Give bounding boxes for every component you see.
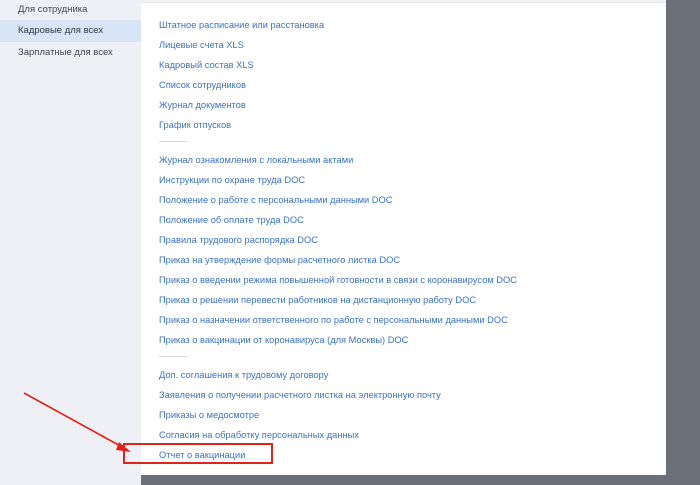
report-link-personal-accounts[interactable]: Лицевые счета XLS xyxy=(159,40,244,50)
list-item: Список сотрудников xyxy=(159,75,517,95)
list-item: Доп. соглашения к трудовому договору xyxy=(159,365,517,385)
report-link-high-alert-order[interactable]: Приказ о введении режима повышенной гото… xyxy=(159,275,517,285)
report-link-employee-list[interactable]: Список сотрудников xyxy=(159,80,246,90)
report-link-remote-work-order[interactable]: Приказ о решении перевести работников на… xyxy=(159,295,476,305)
list-item: Правила трудового распорядка DOC xyxy=(159,230,517,250)
list-item: Журнал ознакомления с локальными актами xyxy=(159,150,517,170)
list-item: Штатное расписание или расстановка xyxy=(159,15,517,35)
report-link-personal-data-regulation[interactable]: Положение о работе с персональными данны… xyxy=(159,195,392,205)
list-item: Заявления о получении расчетного листка … xyxy=(159,385,517,405)
right-gutter xyxy=(666,0,700,485)
list-item: Согласия на обработку персональных данны… xyxy=(159,425,517,445)
report-link-responsible-person-order[interactable]: Приказ о назначении ответственного по ра… xyxy=(159,315,508,325)
list-item: Лицевые счета XLS xyxy=(159,35,517,55)
sidebar-item-hr-all[interactable]: Кадровые для всех xyxy=(0,20,141,42)
sidebar-item-payroll-all[interactable]: Зарплатные для всех xyxy=(0,42,141,64)
report-link-list: Штатное расписание или расстановка Лицев… xyxy=(159,15,517,465)
report-link-pay-regulation[interactable]: Положение об оплате труда DOC xyxy=(159,215,304,225)
report-link-document-journal[interactable]: Журнал документов xyxy=(159,100,246,110)
list-item: Приказ о решении перевести работников на… xyxy=(159,290,517,310)
report-link-vaccination-order[interactable]: Приказ о вакцинации от коронавируса (для… xyxy=(159,335,408,345)
list-item: Положение об оплате труда DOC xyxy=(159,210,517,230)
group-divider xyxy=(159,135,517,150)
sidebar: Для сотрудника Кадровые для всех Зарплат… xyxy=(0,0,141,485)
report-link-payslip-email-applications[interactable]: Заявления о получении расчетного листка … xyxy=(159,390,441,400)
report-link-acquaintance-journal[interactable]: Журнал ознакомления с локальными актами xyxy=(159,155,353,165)
report-link-medical-exam-orders[interactable]: Приказы о медосмотре xyxy=(159,410,259,420)
report-link-personal-data-consents[interactable]: Согласия на обработку персональных данны… xyxy=(159,430,359,440)
list-item: Приказ на утверждение формы расчетного л… xyxy=(159,250,517,270)
panel-top-border xyxy=(141,0,666,3)
sidebar-item-employee[interactable]: Для сотрудника xyxy=(0,0,141,20)
list-item: Положение о работе с персональными данны… xyxy=(159,190,517,210)
list-item: Инструкции по охране труда DOC xyxy=(159,170,517,190)
list-item: Приказ о вакцинации от коронавируса (для… xyxy=(159,330,517,350)
report-link-vacation-schedule[interactable]: График отпусков xyxy=(159,120,231,130)
annotation-highlight-box xyxy=(123,443,273,464)
report-link-hr-composition[interactable]: Кадровый состав XLS xyxy=(159,60,254,70)
report-link-safety-instructions[interactable]: Инструкции по охране труда DOC xyxy=(159,175,305,185)
list-item: Приказы о медосмотре xyxy=(159,405,517,425)
reports-panel: Штатное расписание или расстановка Лицев… xyxy=(141,0,667,475)
list-item: График отпусков xyxy=(159,115,517,135)
list-item: Журнал документов xyxy=(159,95,517,115)
report-link-supplementary-agreements[interactable]: Доп. соглашения к трудовому договору xyxy=(159,370,328,380)
list-item: Приказ о назначении ответственного по ра… xyxy=(159,310,517,330)
report-link-work-rules[interactable]: Правила трудового распорядка DOC xyxy=(159,235,318,245)
report-link-payslip-form-order[interactable]: Приказ на утверждение формы расчетного л… xyxy=(159,255,400,265)
list-item: Кадровый состав XLS xyxy=(159,55,517,75)
report-link-staffing[interactable]: Штатное расписание или расстановка xyxy=(159,20,324,30)
group-divider xyxy=(159,350,517,365)
list-item: Приказ о введении режима повышенной гото… xyxy=(159,270,517,290)
